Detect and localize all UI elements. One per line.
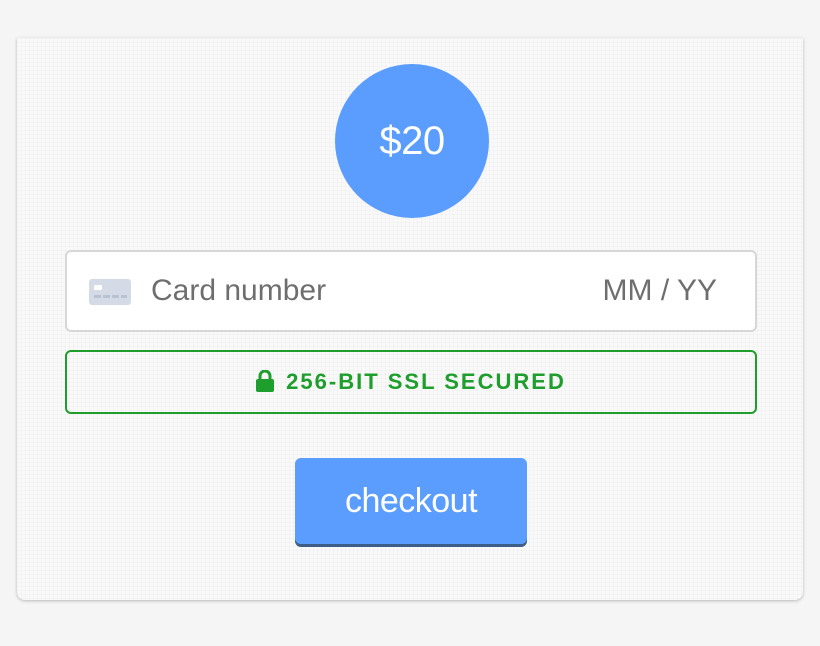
card-details-field[interactable]: Card number MM / YY xyxy=(65,250,757,332)
ssl-secured-text: 256-BIT SSL SECURED xyxy=(286,369,566,394)
amount-text: $20 xyxy=(379,118,445,163)
expiry-input[interactable]: MM / YY xyxy=(603,252,717,330)
ssl-secured-badge: 256-BIT SSL SECURED xyxy=(65,350,757,414)
amount-badge: $20 xyxy=(335,64,489,218)
lock-icon xyxy=(256,370,275,392)
credit-card-icon xyxy=(89,279,131,305)
payment-card: $20 Card number MM / YY 256-BIT SSL SECU… xyxy=(17,38,803,600)
card-number-input[interactable]: Card number xyxy=(151,252,326,330)
checkout-button[interactable]: checkout xyxy=(295,458,527,544)
